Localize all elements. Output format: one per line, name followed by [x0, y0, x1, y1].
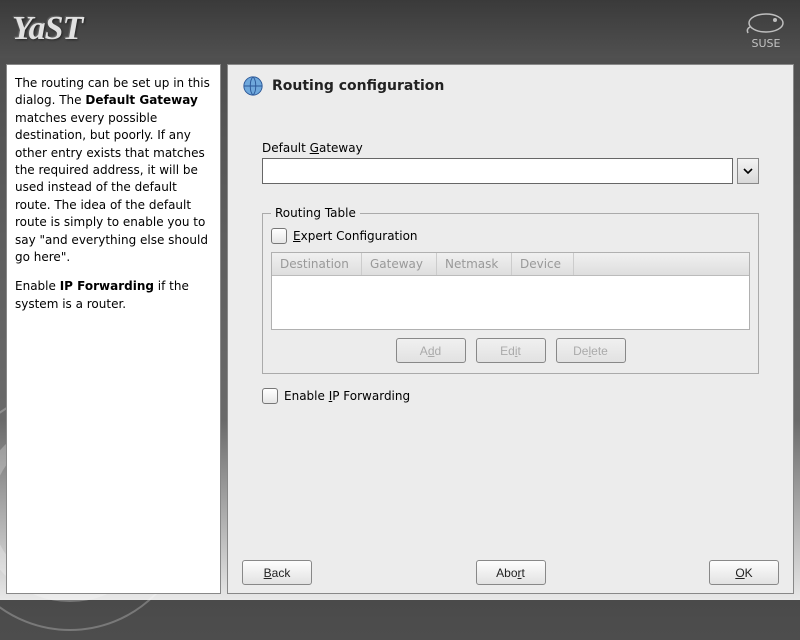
ip-forwarding-label[interactable]: Enable IP Forwarding	[284, 389, 410, 403]
expert-config-label[interactable]: Expert Configuration	[293, 229, 418, 243]
chameleon-icon	[744, 9, 788, 35]
col-destination: Destination	[272, 253, 362, 275]
default-gateway-label: Default Gateway	[262, 141, 759, 155]
col-device: Device	[512, 253, 574, 275]
abort-button[interactable]: Abort	[476, 560, 546, 585]
add-button: Add	[396, 338, 466, 363]
ok-button[interactable]: OK	[709, 560, 779, 585]
help-paragraph-2: Enable IP Forwarding if the system is a …	[15, 278, 212, 313]
routing-table-legend: Routing Table	[271, 206, 360, 220]
default-gateway-combo	[262, 158, 759, 184]
routing-table-header: Destination Gateway Netmask Device	[272, 253, 749, 276]
panel-title-row: Routing configuration	[242, 75, 779, 97]
help-panel: The routing can be set up in this dialog…	[6, 64, 221, 594]
col-netmask: Netmask	[437, 253, 512, 275]
main-area: The routing can be set up in this dialog…	[0, 58, 800, 600]
routing-table[interactable]: Destination Gateway Netmask Device	[271, 252, 750, 330]
col-spacer	[574, 253, 749, 275]
form-body: Default Gateway Routing Table Expert Con…	[242, 101, 779, 554]
ip-forwarding-checkbox[interactable]	[262, 388, 278, 404]
help-paragraph-1: The routing can be set up in this dialog…	[15, 75, 212, 266]
bottom-button-row: Back Abort OK	[242, 554, 779, 585]
suse-logo: SUSE	[744, 9, 788, 50]
ip-forwarding-row: Enable IP Forwarding	[262, 388, 759, 404]
expert-config-row: Expert Configuration	[271, 228, 750, 244]
default-gateway-dropdown-button[interactable]	[737, 158, 759, 184]
chevron-down-icon	[743, 166, 753, 176]
default-gateway-input[interactable]	[262, 158, 733, 184]
delete-button: Delete	[556, 338, 626, 363]
expert-config-checkbox[interactable]	[271, 228, 287, 244]
page-title: Routing configuration	[272, 78, 444, 94]
edit-button: Edit	[476, 338, 546, 363]
routing-table-fieldset: Routing Table Expert Configuration Desti…	[262, 206, 759, 374]
header-bar: YaST SUSE	[0, 0, 800, 58]
yast-logo: YaST	[12, 10, 82, 48]
table-button-row: Add Edit Delete	[271, 338, 750, 363]
content-panel: Routing configuration Default Gateway Ro…	[227, 64, 794, 594]
back-button[interactable]: Back	[242, 560, 312, 585]
col-gateway: Gateway	[362, 253, 437, 275]
globe-icon	[242, 75, 264, 97]
